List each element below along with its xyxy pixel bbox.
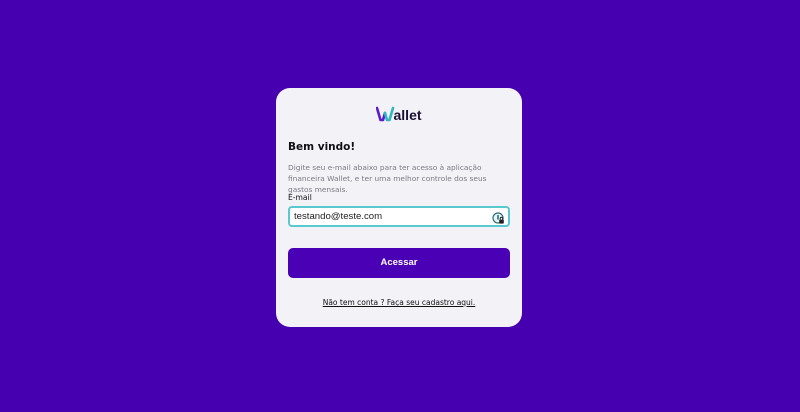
welcome-title: Bem vindo! — [288, 141, 356, 153]
email-field-wrapper — [288, 206, 510, 227]
wallet-logo: allet — [276, 105, 522, 125]
login-card: allet Bem vindo! Digite seu e-mail abaix… — [276, 88, 522, 327]
wallet-logo-icon: allet — [376, 106, 422, 123]
svg-text:allet: allet — [394, 107, 422, 123]
email-input[interactable] — [294, 208, 484, 225]
access-button[interactable]: Acessar — [288, 248, 510, 278]
signup-link[interactable]: Não tem conta ? Faça seu cadastro aqui. — [276, 298, 522, 307]
login-description: Digite seu e-mail abaixo para ter acesso… — [288, 163, 487, 194]
email-label: E-mail — [288, 193, 312, 202]
password-manager-icon[interactable] — [492, 210, 505, 224]
